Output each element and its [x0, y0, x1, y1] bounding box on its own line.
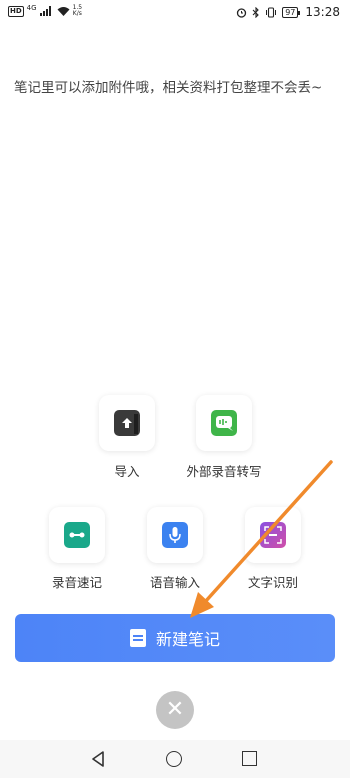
bluetooth-icon: [252, 6, 259, 18]
quick-record-label: 录音速记: [51, 575, 102, 590]
close-button[interactable]: ✕: [156, 691, 194, 729]
microphone-icon: [162, 522, 188, 548]
external-recording-button[interactable]: [196, 395, 252, 451]
signal-icon: [39, 6, 51, 16]
network-type: 4G: [26, 3, 37, 12]
tape-icon: [64, 522, 90, 548]
audio-chat-icon: [211, 410, 237, 436]
new-note-button[interactable]: 新建笔记: [15, 614, 335, 662]
wifi-icon: [57, 7, 70, 16]
scan-text-icon: [260, 522, 286, 548]
voice-input-label: 语音输入: [149, 575, 200, 590]
text-recognition-label: 文字识别: [247, 575, 298, 590]
hd-badge: HD: [8, 5, 24, 17]
new-note-label: 新建笔记: [155, 630, 220, 649]
note-body-text[interactable]: 笔记里可以添加附件哦，相关资料打包整理不会丢~: [14, 78, 334, 98]
home-icon[interactable]: [166, 751, 182, 767]
close-icon: ✕: [165, 697, 185, 722]
back-icon[interactable]: [91, 751, 105, 767]
battery-indicator: 97: [282, 6, 301, 18]
recent-apps-icon[interactable]: [242, 751, 257, 766]
status-right: 97 13:28: [236, 5, 340, 19]
clock: 13:28: [305, 5, 340, 19]
system-navigation-bar: [0, 740, 350, 778]
external-recording-label: 外部录音转写: [186, 464, 262, 479]
voice-input-button[interactable]: [147, 507, 203, 563]
network-speed: 1.5 K/s: [72, 4, 83, 17]
status-left: HD 4G 1.5 K/s: [8, 3, 83, 17]
import-label: 导入: [114, 464, 140, 479]
import-button[interactable]: [99, 395, 155, 451]
quick-record-button[interactable]: [49, 507, 105, 563]
alarm-icon: [237, 7, 247, 18]
upload-icon: [114, 410, 140, 436]
text-recognition-button[interactable]: [245, 507, 301, 563]
status-bar: HD 4G 1.5 K/s 97 13:28: [0, 0, 350, 26]
document-icon: [129, 629, 146, 647]
vibrate-icon: [266, 6, 277, 18]
